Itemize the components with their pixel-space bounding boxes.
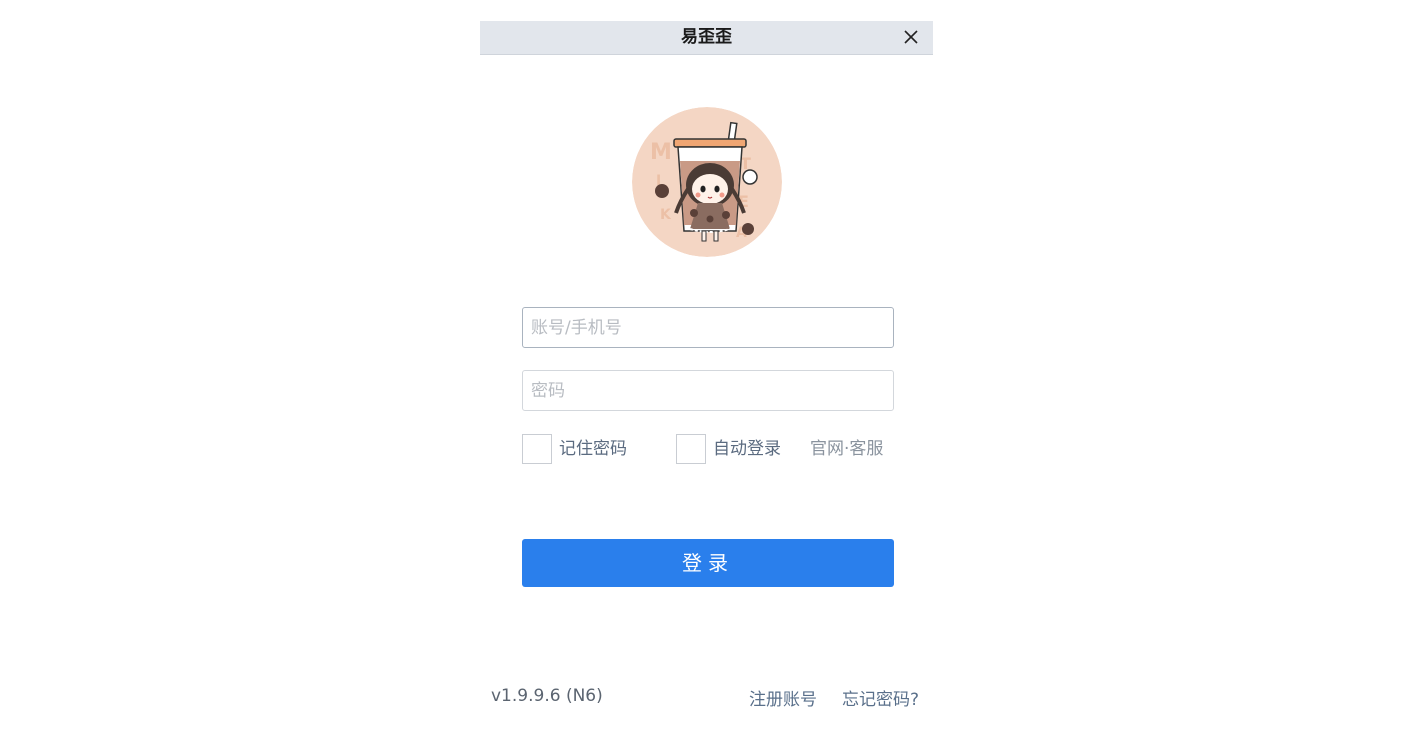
account-field[interactable] <box>522 307 894 348</box>
official-support-link[interactable]: 官网·客服 <box>810 434 883 464</box>
auto-login-label[interactable]: 自动登录 <box>713 434 781 464</box>
window-title: 易歪歪 <box>681 27 732 47</box>
svg-text:M: M <box>650 140 672 165</box>
title-bar[interactable]: 易歪歪 <box>480 21 933 55</box>
close-icon[interactable] <box>901 27 921 47</box>
password-field[interactable] <box>522 370 894 411</box>
forgot-password-link[interactable]: 忘记密码? <box>842 685 919 710</box>
account-input[interactable] <box>523 308 893 347</box>
svg-text:K: K <box>660 207 672 223</box>
register-account-link[interactable]: 注册账号 <box>749 685 817 710</box>
auto-login-checkbox[interactable] <box>676 434 706 464</box>
login-window: 易歪歪 M T I E K A 账号/手机号 记住密码 自动登录 官网·客服 登… <box>480 21 933 732</box>
login-button[interactable]: 登录 <box>522 539 894 587</box>
milk-tea-girl-illustration: M T I E K A <box>632 107 782 257</box>
avatar: M T I E K A <box>632 107 782 257</box>
remember-password-checkbox[interactable] <box>522 434 552 464</box>
version-label: v1.9.9.6 (N6) <box>491 686 603 706</box>
remember-password-label[interactable]: 记住密码 <box>559 434 627 464</box>
password-input[interactable] <box>523 371 893 410</box>
